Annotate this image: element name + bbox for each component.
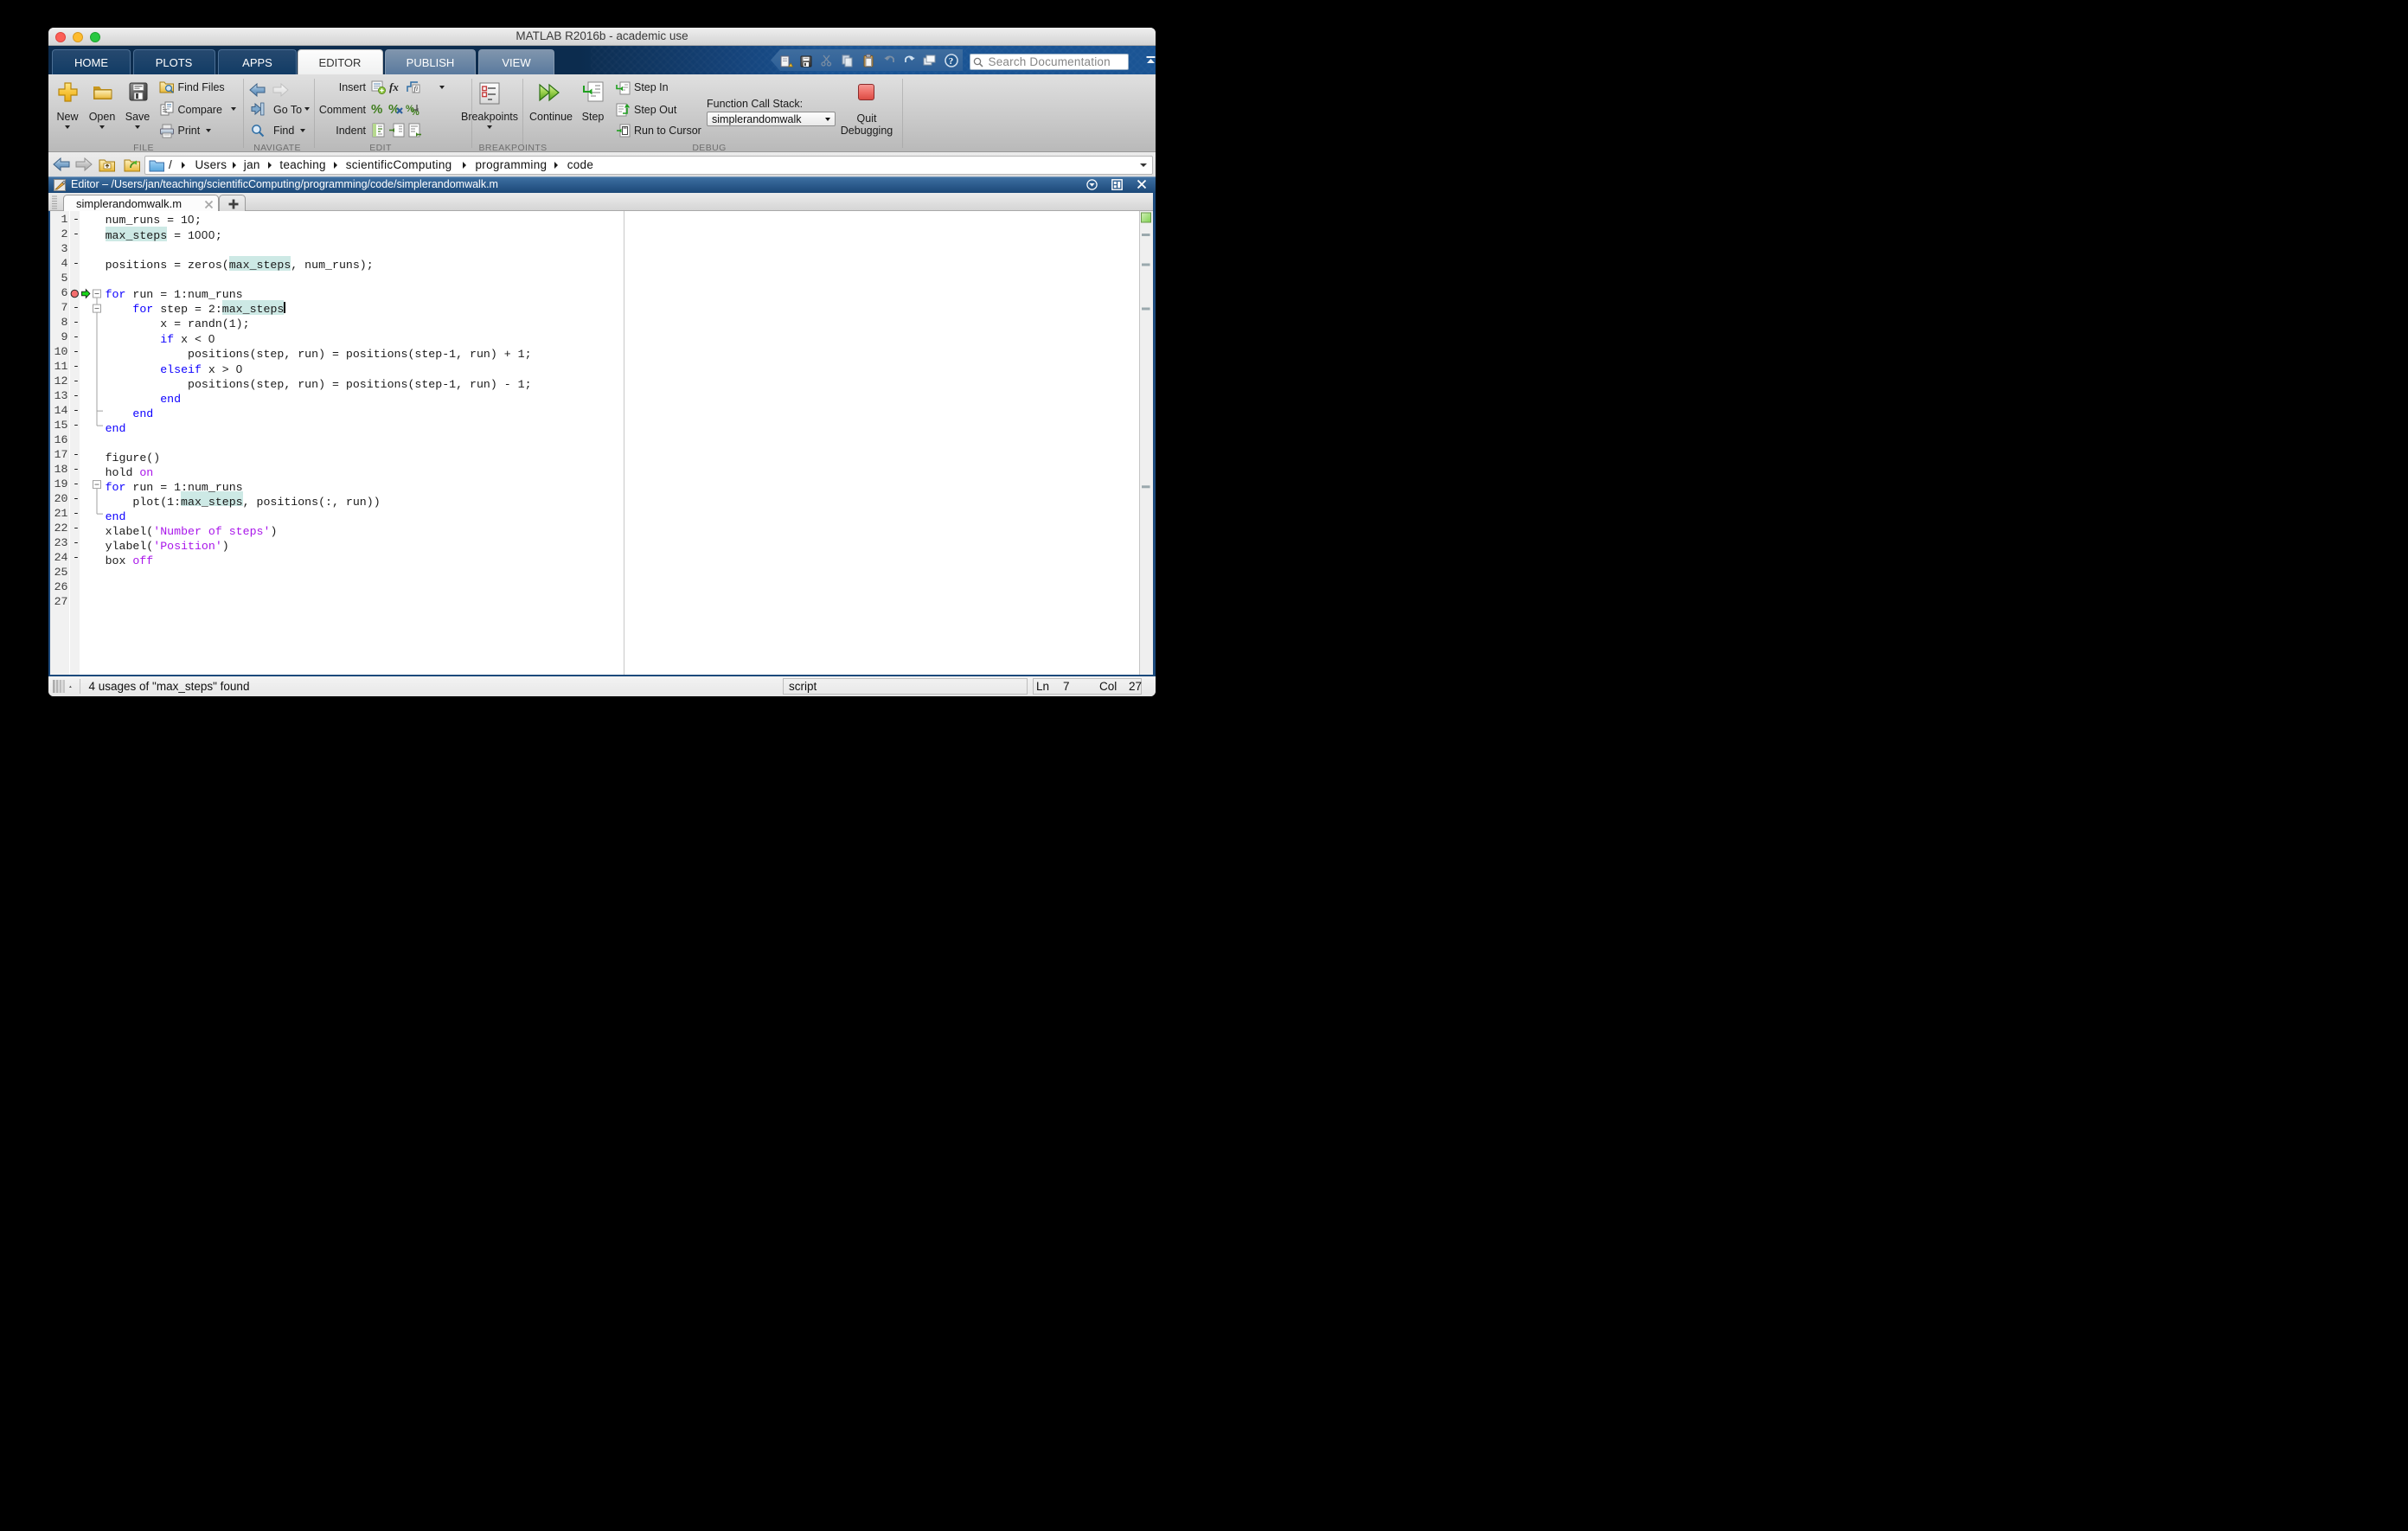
svg-text:fi: fi xyxy=(414,84,419,93)
svg-text:?: ? xyxy=(949,56,954,67)
svg-text:%: % xyxy=(371,102,382,116)
svg-text:fx: fx xyxy=(389,80,399,93)
